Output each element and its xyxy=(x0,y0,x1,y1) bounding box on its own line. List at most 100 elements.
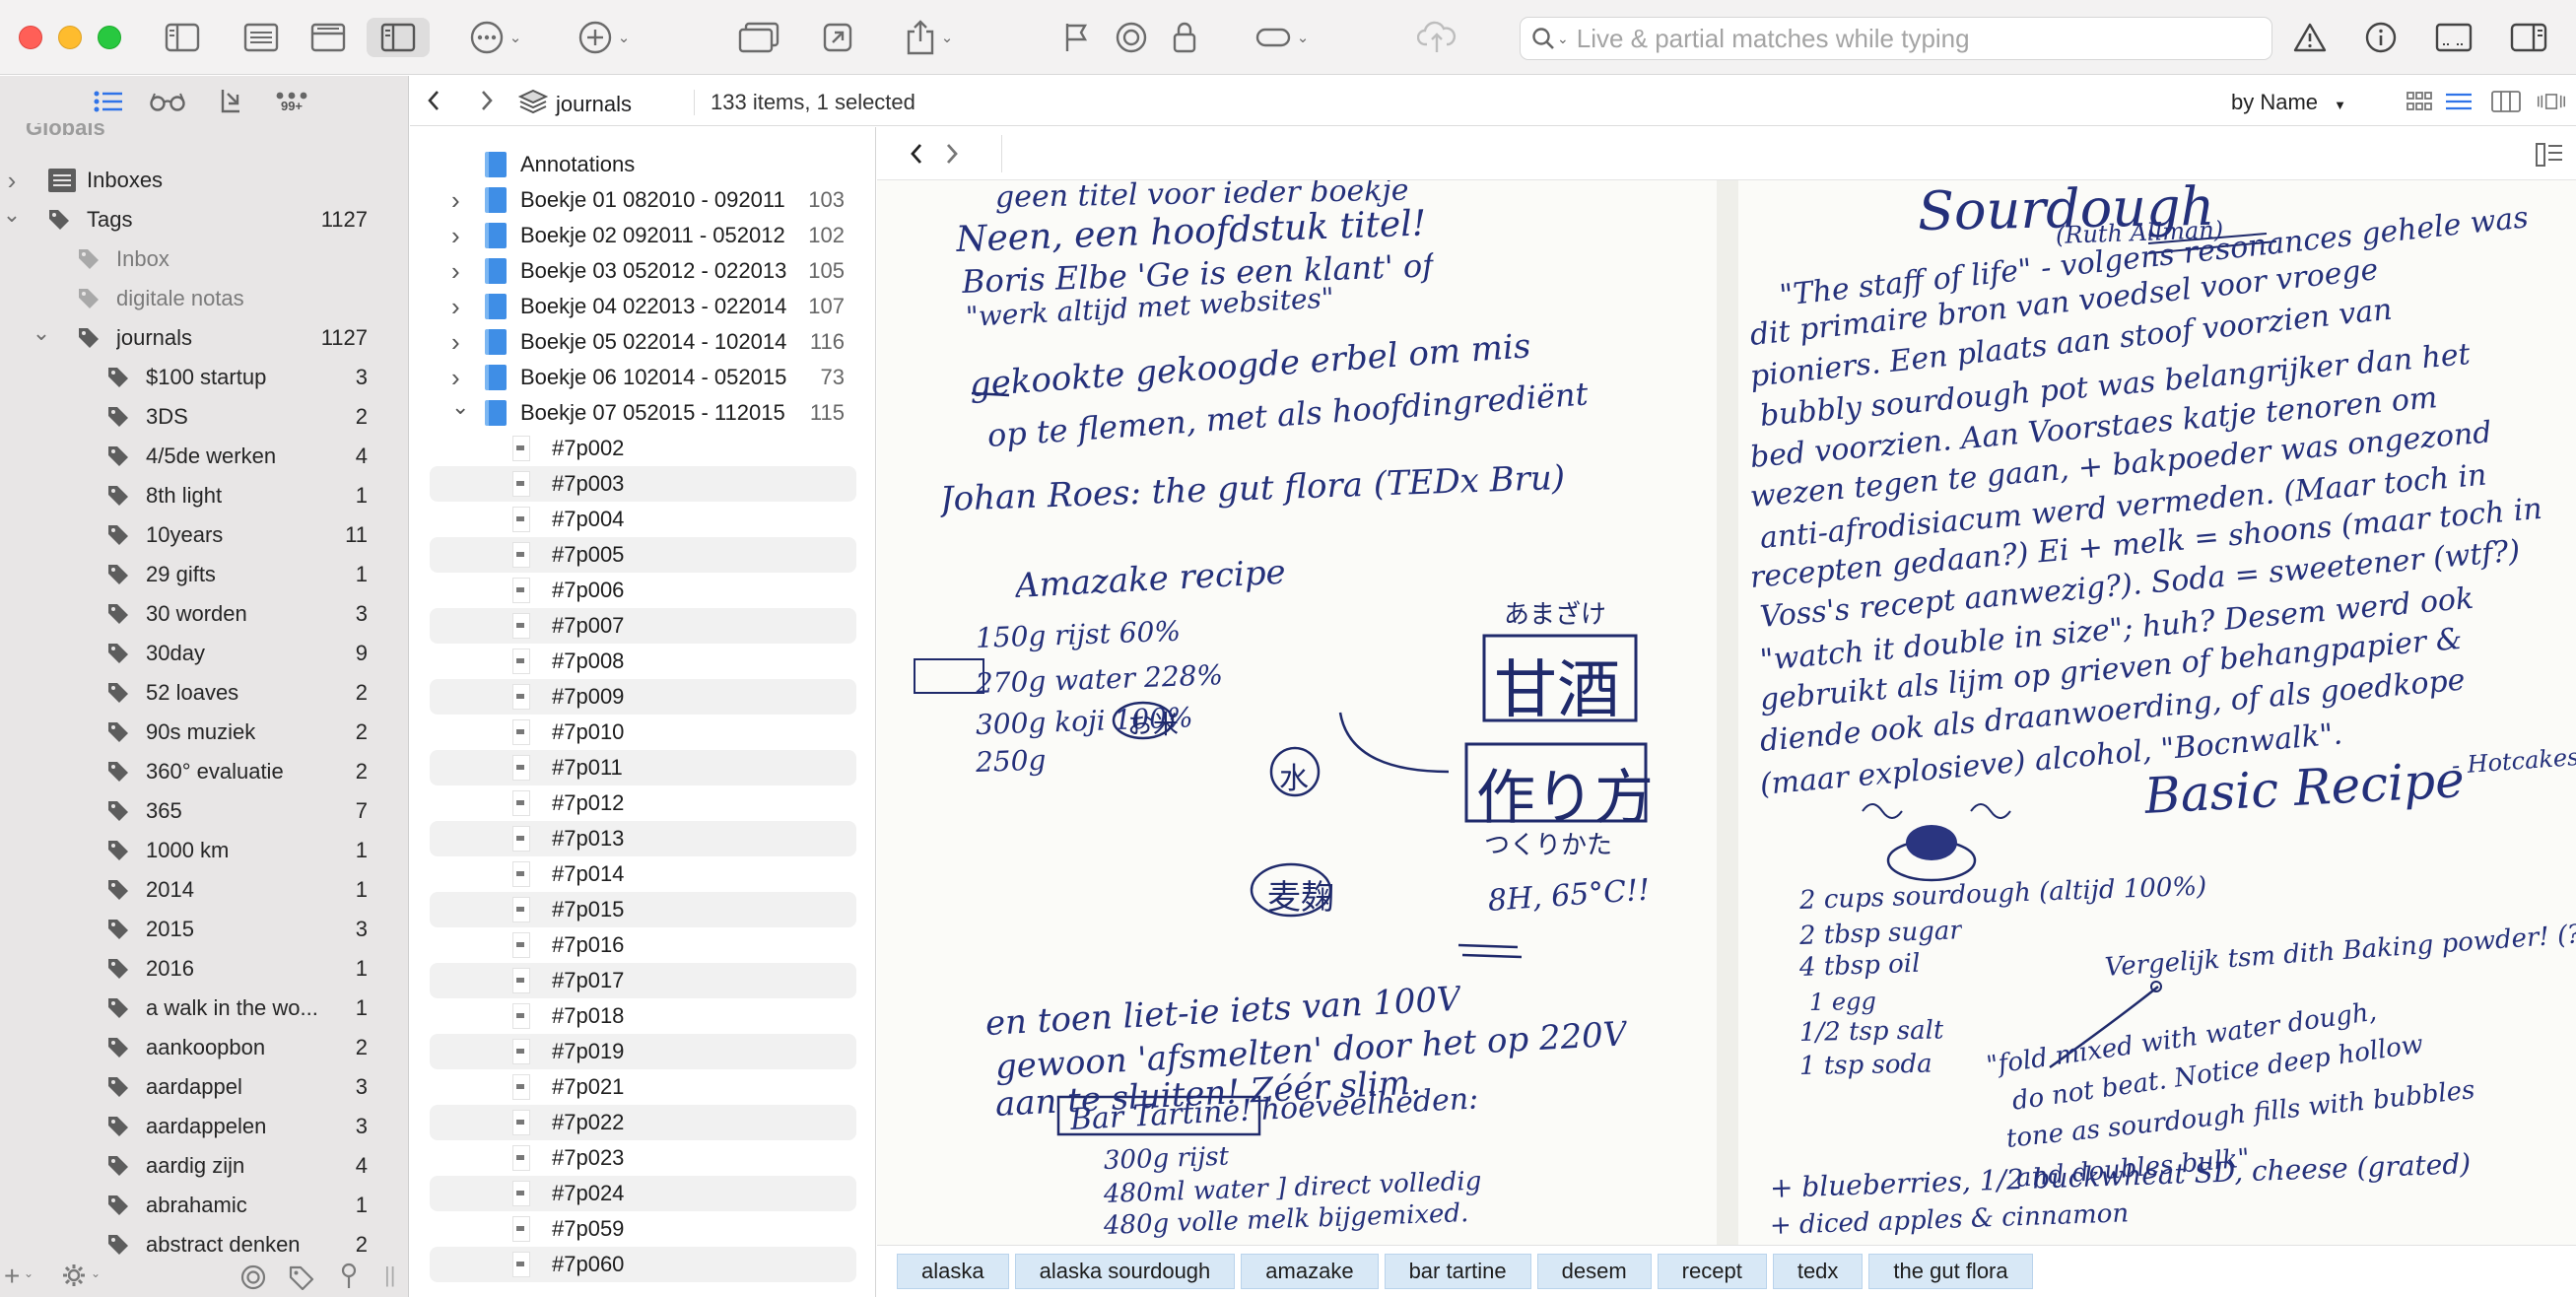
disclosure-collapsed-icon[interactable]: › xyxy=(2,166,22,196)
list-item[interactable]: #7p015 xyxy=(430,892,856,927)
list-item[interactable]: #7p021 xyxy=(430,1069,856,1105)
zoom-window-button[interactable] xyxy=(98,26,121,49)
minimize-window-button[interactable] xyxy=(58,26,82,49)
list-item[interactable]: #7p007 xyxy=(430,608,856,644)
group-row[interactable]: › Boekje 03 052012 - 022013 105 xyxy=(430,253,856,289)
forward-icon[interactable] xyxy=(477,86,497,122)
sidebar-item-30day[interactable]: 30day 9 xyxy=(0,634,409,673)
disclosure-expanded-icon[interactable]: ⌄ xyxy=(32,320,51,346)
sidebar-item-8th-light[interactable]: 8th light 1 xyxy=(0,476,409,515)
open-external-icon[interactable] xyxy=(818,18,857,57)
view-columns-icon[interactable] xyxy=(2491,90,2521,113)
view-list-mode-icon[interactable] xyxy=(2444,90,2474,113)
sidebar-item-journals[interactable]: ⌄ journals 1127 xyxy=(0,318,409,358)
sidebar-item-tags[interactable]: ⌄ Tags 1127 xyxy=(0,200,409,239)
gear-icon[interactable] xyxy=(61,1263,87,1294)
group-row[interactable]: Annotations xyxy=(430,147,856,182)
disclosure-collapsed-icon[interactable]: › xyxy=(451,327,460,358)
sort-menu[interactable]: by Name ▼ xyxy=(2231,90,2346,115)
sidebar-item-10years[interactable]: 10years 11 xyxy=(0,515,409,555)
lock-icon[interactable] xyxy=(1169,18,1200,57)
sidebar-item-4-5de-werken[interactable]: 4/5de werken 4 xyxy=(0,437,409,476)
sidebar-item-digitale-notas[interactable]: digitale notas xyxy=(0,279,409,318)
sidebar-item-29-gifts[interactable]: 29 gifts 1 xyxy=(0,555,409,594)
list-item[interactable]: #7p060 xyxy=(430,1247,856,1282)
search-field[interactable]: ⌄ xyxy=(1520,17,2272,60)
disclosure-collapsed-icon[interactable]: › xyxy=(451,363,460,393)
group-row[interactable]: › Boekje 04 022013 - 022014 107 xyxy=(430,289,856,324)
view-split-icon[interactable] xyxy=(307,18,349,57)
label-icon[interactable]: ⌄ xyxy=(1248,18,1317,57)
list-item[interactable]: #7p012 xyxy=(430,785,856,821)
unread-icon[interactable] xyxy=(1112,18,1151,57)
view-icons-icon[interactable] xyxy=(2405,90,2434,113)
list-item[interactable]: #7p005 xyxy=(430,537,856,573)
tag-chip-the-gut-flora[interactable]: the gut flora xyxy=(1868,1254,2033,1289)
view-list-icon[interactable] xyxy=(240,18,282,57)
tag-chip-alaska-sourdough[interactable]: alaska sourdough xyxy=(1014,1254,1236,1289)
tag-chip-alaska[interactable]: alaska xyxy=(897,1254,1009,1289)
close-window-button[interactable] xyxy=(19,26,42,49)
sidebar-item-aardig-zijn[interactable]: aardig zijn 4 xyxy=(0,1146,409,1186)
list-item[interactable]: #7p009 xyxy=(430,679,856,715)
list-item[interactable]: #7p006 xyxy=(430,573,856,608)
glasses-icon[interactable] xyxy=(148,85,187,118)
list-item[interactable]: #7p016 xyxy=(430,927,856,963)
sidebar-toggle-icon[interactable] xyxy=(162,18,203,57)
disclosure-expanded-icon[interactable]: ⌄ xyxy=(2,202,22,228)
sidebar-item-abrahamic[interactable]: abrahamic 1 xyxy=(0,1186,409,1225)
add-icon[interactable]: + xyxy=(4,1261,20,1292)
flag-icon[interactable] xyxy=(1060,18,1092,57)
annotations-icon[interactable] xyxy=(2432,18,2475,57)
next-page-icon[interactable] xyxy=(942,139,962,173)
more-dots-icon[interactable]: 99+ xyxy=(272,85,311,118)
unread-filter-icon[interactable] xyxy=(240,1264,266,1296)
disclosure-collapsed-icon[interactable]: › xyxy=(451,292,460,322)
list-item[interactable]: #7p023 xyxy=(430,1140,856,1176)
sidebar-item-inboxes[interactable]: › Inboxes xyxy=(0,161,409,200)
sidebar-item-aankoopbon[interactable]: aankoopbon 2 xyxy=(0,1028,409,1067)
list-item[interactable]: #7p022 xyxy=(430,1105,856,1140)
share-icon[interactable]: ⌄ xyxy=(895,18,964,57)
sidebar-item-360-evaluatie[interactable]: 360° evaluatie 2 xyxy=(0,752,409,791)
page-settings-icon[interactable] xyxy=(2535,140,2564,174)
inbox-arrow-icon[interactable] xyxy=(211,85,250,118)
disclosure-collapsed-icon[interactable]: › xyxy=(451,221,460,251)
list-icon[interactable] xyxy=(89,85,128,118)
sidebar-item-30-worden[interactable]: 30 worden 3 xyxy=(0,594,409,634)
list-item[interactable]: #7p019 xyxy=(430,1034,856,1069)
group-row[interactable]: ⌄ Boekje 07 052015 - 112015 115 xyxy=(430,394,856,431)
view-widescreen-icon[interactable] xyxy=(367,18,430,57)
tag-chip-tedx[interactable]: tedx xyxy=(1772,1254,1864,1289)
sidebar-item-1000-km[interactable]: 1000 km 1 xyxy=(0,831,409,870)
sidebar-item-365[interactable]: 365 7 xyxy=(0,791,409,831)
sidebar-item-aardappelen[interactable]: aardappelen 3 xyxy=(0,1107,409,1146)
list-item[interactable]: #7p013 xyxy=(430,821,856,856)
disclosure-collapsed-icon[interactable]: › xyxy=(451,256,460,287)
sidebar-item-2016[interactable]: 2016 1 xyxy=(0,949,409,989)
sidebar-item-3ds[interactable]: 3DS 2 xyxy=(0,397,409,437)
list-item[interactable]: #7p059 xyxy=(430,1211,856,1247)
sidebar-item-90s-muziek[interactable]: 90s muziek 2 xyxy=(0,713,409,752)
group-row[interactable]: › Boekje 05 022014 - 102014 116 xyxy=(430,324,856,360)
add-item-icon[interactable]: ⌄ xyxy=(570,18,639,57)
group-row[interactable]: › Boekje 01 082010 - 092011 103 xyxy=(430,182,856,218)
pin-icon[interactable] xyxy=(339,1263,359,1296)
list-item[interactable]: #7p018 xyxy=(430,998,856,1034)
sidebar-item-100-startup[interactable]: $100 startup 3 xyxy=(0,358,409,397)
tag-chip-amazake[interactable]: amazake xyxy=(1241,1254,1379,1289)
list-item[interactable]: #7p002 xyxy=(430,431,856,466)
info-icon[interactable] xyxy=(2361,18,2401,57)
list-item[interactable]: #7p024 xyxy=(430,1176,856,1211)
back-icon[interactable] xyxy=(424,86,443,122)
list-item[interactable]: #7p017 xyxy=(430,963,856,998)
sidebar-item-2014[interactable]: 2014 1 xyxy=(0,870,409,910)
tag-chip-desem[interactable]: desem xyxy=(1536,1254,1652,1289)
tag-filter-icon[interactable] xyxy=(288,1264,315,1296)
disclosure-expanded-icon[interactable]: ⌄ xyxy=(451,394,469,420)
sidebar-item-inbox[interactable]: Inbox xyxy=(0,239,409,279)
tag-chip-bar-tartine[interactable]: bar tartine xyxy=(1384,1254,1531,1289)
list-item[interactable]: #7p004 xyxy=(430,502,856,537)
scanned-page[interactable]: geen titel voor ieder boekje Neen, een ho… xyxy=(877,180,2576,1245)
sidebar-item-a-walk-in-the-wo[interactable]: a walk in the wo... 1 xyxy=(0,989,409,1028)
